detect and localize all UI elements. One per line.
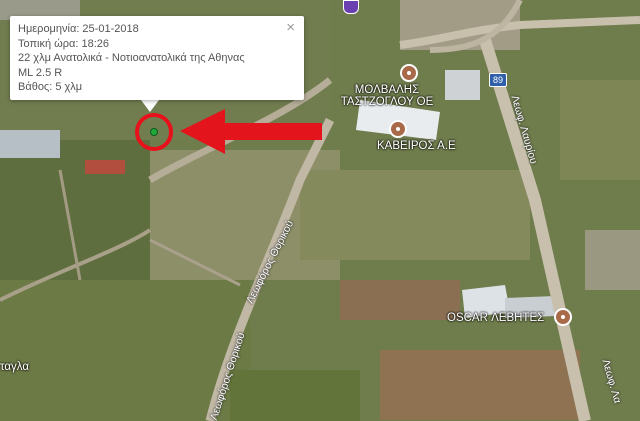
popup-magnitude: ML 2.5 R [18,66,63,79]
popup-date: Ημερομηνία: 25-01-2018 [18,23,139,35]
place-label-molvalis[interactable]: ΜΟΛΒΑΛΗΣ ΤΑΣΤΖΟΓΛΟΥ ΟΕ [328,84,446,108]
info-popup: Ημερομηνία: 25-01-2018 Τοπική ώρα: 18:26… [10,16,304,100]
close-icon[interactable]: × [286,20,295,36]
place-label-kaveiros[interactable]: ΚΑΒΕΙΡΟΣ Α.Ε [377,140,456,152]
place-pin-icon[interactable] [389,120,407,138]
popup-tail [141,100,159,112]
popup-local-time: Τοπική ώρα: 18:26 [18,37,110,50]
place-label-oscar[interactable]: OSCAR ΛΕΒΗΤΕΣ [447,312,544,324]
place-pin-icon[interactable] [554,308,572,326]
satellite-map[interactable]: ΜΟΛΒΑΛΗΣ ΤΑΣΤΖΟΓΛΟΥ ΟΕ ΚΑΒΕΙΡΟΣ Α.Ε OSCA… [0,0,640,421]
popup-depth: Βάθος: 5 χλμ [18,81,83,93]
popup-location: 22 χλμ Ανατολικά - Νοτιοανατολικά της Αθ… [18,52,245,64]
place-label-tagla: ταγλα [0,361,30,373]
route-shield: 89 [489,73,508,87]
place-pin-icon[interactable] [400,64,418,82]
place-pin-icon[interactable] [343,0,359,14]
